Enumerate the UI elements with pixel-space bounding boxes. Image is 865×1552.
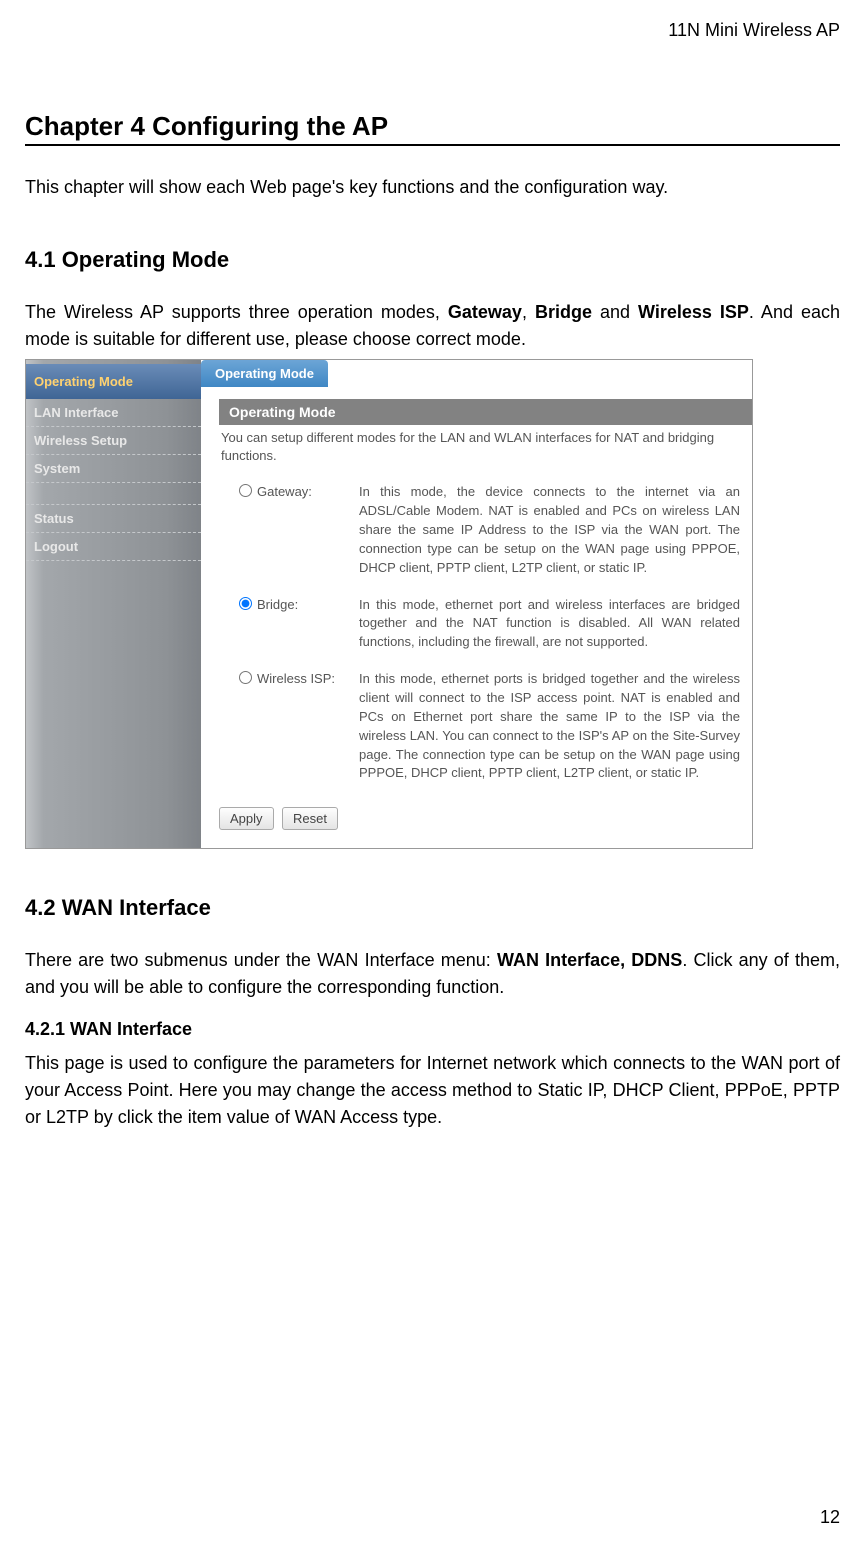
sidebar-item-operating-mode[interactable]: Operating Mode (26, 364, 201, 399)
reset-button[interactable]: Reset (282, 807, 338, 830)
section41-text-before: The Wireless AP supports three operation… (25, 302, 448, 322)
mode-desc-wireless-isp: In this mode, ethernet ports is bridged … (359, 670, 750, 783)
content-area: Operating Mode Operating Mode You can se… (201, 360, 752, 848)
sidebar-item-wireless-setup[interactable]: Wireless Setup (26, 427, 201, 455)
section-42-text: There are two submenus under the WAN Int… (25, 947, 840, 1001)
chapter-intro: This chapter will show each Web page's k… (25, 174, 840, 201)
section42-text-before: There are two submenus under the WAN Int… (25, 950, 497, 970)
apply-button[interactable]: Apply (219, 807, 274, 830)
doc-header-title: 11N Mini Wireless AP (25, 20, 840, 41)
page-number: 12 (820, 1507, 840, 1528)
section-41-text: The Wireless AP supports three operation… (25, 299, 840, 353)
radio-gateway[interactable] (239, 484, 252, 497)
sidebar-item-logout[interactable]: Logout (26, 533, 201, 561)
mode-label-gateway: Gateway: (257, 483, 359, 577)
section41-mode2: Bridge (535, 302, 592, 322)
sidebar-item-system[interactable]: System (26, 455, 201, 483)
mode-desc-bridge: In this mode, ethernet port and wireless… (359, 596, 750, 653)
mode-label-bridge: Bridge: (257, 596, 359, 653)
section41-sep2: and (592, 302, 638, 322)
modes-table: Gateway: In this mode, the device connec… (219, 479, 752, 797)
section41-mode3: Wireless ISP (638, 302, 749, 322)
sidebar-gap (26, 483, 201, 505)
sidebar-item-status[interactable]: Status (26, 505, 201, 533)
mode-row-gateway: Gateway: In this mode, the device connec… (219, 479, 752, 591)
sidebar-item-lan-interface[interactable]: LAN Interface (26, 399, 201, 427)
mode-desc-gateway: In this mode, the device connects to the… (359, 483, 750, 577)
buttons-row: Apply Reset (219, 797, 752, 830)
section41-sep1: , (522, 302, 535, 322)
panel-title: Operating Mode (219, 399, 752, 425)
mode-row-bridge: Bridge: In this mode, ethernet port and … (219, 592, 752, 667)
panel-description: You can setup different modes for the LA… (219, 425, 752, 479)
tab-operating-mode: Operating Mode (201, 360, 328, 387)
section41-mode1: Gateway (448, 302, 522, 322)
section-421-text: This page is used to configure the param… (25, 1050, 840, 1131)
radio-bridge[interactable] (239, 597, 252, 610)
section42-bold: WAN Interface, DDNS (497, 950, 682, 970)
sidebar: Operating Mode LAN Interface Wireless Se… (26, 360, 201, 848)
radio-wireless-isp[interactable] (239, 671, 252, 684)
section-41-title: 4.1 Operating Mode (25, 247, 840, 273)
section-42-title: 4.2 WAN Interface (25, 895, 840, 921)
chapter-title: Chapter 4 Configuring the AP (25, 111, 840, 146)
mode-row-wireless-isp: Wireless ISP: In this mode, ethernet por… (219, 666, 752, 797)
mode-label-wireless-isp: Wireless ISP: (257, 670, 359, 783)
section-421-title: 4.2.1 WAN Interface (25, 1019, 840, 1040)
config-screenshot: Operating Mode LAN Interface Wireless Se… (25, 359, 753, 849)
